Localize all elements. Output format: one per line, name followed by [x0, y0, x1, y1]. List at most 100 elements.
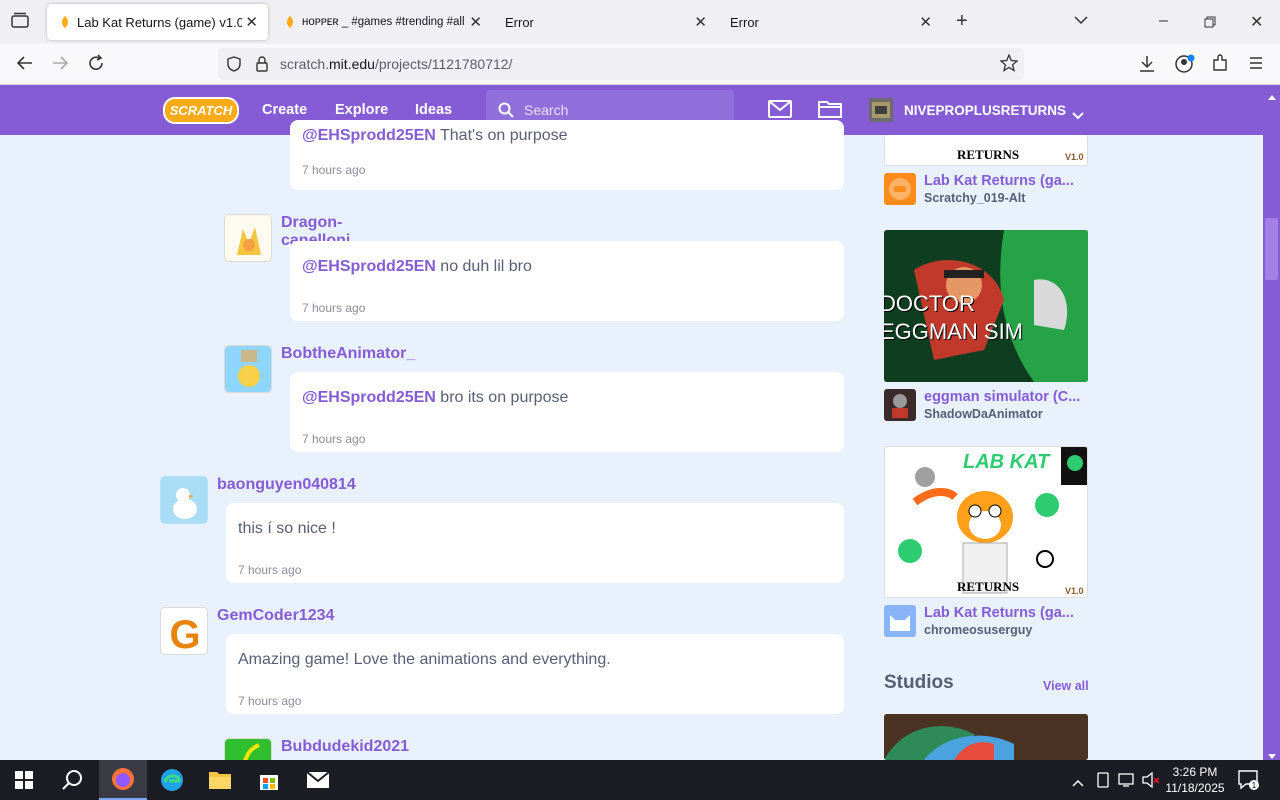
author-avatar[interactable]: [884, 605, 916, 637]
taskbar-file-explorer[interactable]: [196, 760, 244, 800]
tab-label: Lab Kat Returns (game) v1.0 on: [77, 14, 242, 30]
tab-error-1[interactable]: Error ✕: [475, 4, 717, 40]
tab-error-2[interactable]: Error ✕: [700, 4, 942, 40]
author-avatar[interactable]: [884, 389, 916, 421]
comment-mention[interactable]: @EHSprodd25EN: [302, 127, 436, 144]
comment-text: @EHSprodd25EN bro its on purpose: [302, 389, 568, 407]
author-avatar[interactable]: [884, 173, 916, 205]
comment-author[interactable]: GemCoder1234: [217, 607, 334, 625]
menu-icon[interactable]: [1249, 56, 1263, 75]
restore-icon[interactable]: [1204, 15, 1216, 33]
minimize-icon[interactable]: –: [1159, 12, 1168, 30]
firefox-icon: [112, 768, 134, 790]
store-icon: [260, 775, 278, 790]
avatar[interactable]: [224, 214, 272, 262]
project-thumbnail[interactable]: DOCTOR EGGMAN SIM: [884, 230, 1088, 382]
comment-mention[interactable]: @EHSprodd25EN: [302, 389, 436, 406]
comment-bubble: @EHSprodd25EN bro its on purpose 7 hours…: [290, 372, 844, 452]
account-icon[interactable]: [1175, 54, 1195, 79]
comment-author[interactable]: baonguyen040814: [217, 476, 356, 494]
close-window-icon[interactable]: ✕: [1250, 12, 1263, 32]
reload-icon[interactable]: [87, 54, 105, 77]
thumbnail-version: V1.0: [1065, 152, 1084, 162]
tab-hopper[interactable]: ʜᴏᴘᴘᴇʀ _ #games #trending #all ✕: [272, 4, 492, 40]
project-author[interactable]: Scratchy_019-Alt: [924, 191, 1025, 205]
browser-tab-strip: Lab Kat Returns (game) v1.0 on ✕ ʜᴏᴘᴘᴇʀ …: [0, 0, 1280, 44]
project-title[interactable]: Lab Kat Returns (ga...: [924, 173, 1074, 189]
taskbar-search[interactable]: [48, 760, 96, 800]
volume-muted-icon[interactable]: [1142, 771, 1160, 793]
studio-thumbnail[interactable]: [884, 714, 1088, 760]
nav-create[interactable]: Create: [262, 102, 307, 118]
extensions-icon[interactable]: [1211, 54, 1229, 77]
project-author[interactable]: ShadowDaAnimator: [924, 407, 1043, 421]
page-scrollbar[interactable]: [1263, 85, 1280, 760]
network-icon[interactable]: [1118, 772, 1136, 793]
close-tab-icon[interactable]: ✕: [245, 13, 258, 31]
scratch-favicon-icon: [287, 16, 293, 28]
taskbar-edge[interactable]: [148, 760, 196, 800]
comment-mention[interactable]: @EHSprodd25EN: [302, 258, 436, 275]
comment-time: 7 hours ago: [238, 563, 302, 577]
tab-list-icon[interactable]: [11, 12, 29, 33]
notifications-icon[interactable]: 1: [1238, 770, 1260, 795]
project-info: Lab Kat Returns (ga... Scratchy_019-Alt: [884, 173, 1088, 207]
avatar[interactable]: G: [160, 607, 208, 655]
project-thumbnail[interactable]: LAB KAT RETURNS V1.0: [884, 446, 1088, 598]
chevron-down-icon[interactable]: [1072, 107, 1084, 125]
project-thumbnail[interactable]: RETURNS V1.0: [884, 135, 1088, 166]
download-icon[interactable]: [1139, 55, 1155, 78]
folder-icon: [209, 772, 231, 789]
svg-text:G: G: [169, 613, 200, 655]
avatar[interactable]: [224, 738, 272, 760]
project-title[interactable]: Lab Kat Returns (ga...: [924, 605, 1074, 621]
thumbnail-text: RETURNS: [957, 147, 1020, 162]
comment-time: 7 hours ago: [302, 432, 366, 446]
clock-time: 3:26 PM: [1172, 765, 1218, 779]
url-text[interactable]: scratch.mit.edu/projects/1121780712/: [280, 56, 512, 72]
back-icon[interactable]: [15, 55, 33, 76]
project-author[interactable]: chromeosuserguy: [924, 623, 1032, 637]
avatar[interactable]: [224, 345, 272, 393]
comment-time: 7 hours ago: [302, 163, 366, 177]
view-all-link[interactable]: View all: [1043, 679, 1089, 693]
comment-text: this í so nice !: [238, 520, 336, 538]
navigation-bar: scratch.mit.edu/projects/1121780712/: [0, 44, 1280, 85]
nav-explore[interactable]: Explore: [335, 102, 388, 118]
close-tab-icon[interactable]: ✕: [919, 13, 932, 31]
thumbnail-title: LAB KAT: [963, 451, 1050, 473]
tab-lab-kat[interactable]: Lab Kat Returns (game) v1.0 on ✕: [47, 4, 268, 40]
chevron-down-icon[interactable]: [1074, 12, 1088, 30]
windows-icon: [15, 771, 33, 789]
taskbar-clock[interactable]: 3:26 PM 11/18/2025: [1162, 764, 1228, 796]
scroll-up-arrow-icon[interactable]: [1267, 88, 1277, 106]
shield-icon[interactable]: [226, 56, 242, 77]
username[interactable]: NIVEPROPLUSRETURNS: [904, 103, 1066, 118]
comment-body: Amazing game! Love the animations and ev…: [238, 651, 611, 668]
taskbar-mail[interactable]: [294, 760, 342, 800]
comment-bubble: @EHSprodd25EN That's on purpose 7 hours …: [290, 120, 844, 190]
thumbnail-text: RETURNS: [957, 579, 1020, 594]
scratch-logo[interactable]: SCRATCH: [163, 97, 239, 124]
comment-author[interactable]: BobtheAnimator_: [281, 345, 415, 363]
avatar[interactable]: [160, 476, 208, 524]
comment-author[interactable]: Bubdudekid2021: [281, 738, 409, 756]
user-avatar[interactable]: [869, 98, 893, 122]
clock-date: 11/18/2025: [1165, 781, 1225, 795]
url-prefix: scratch.: [280, 56, 330, 72]
comment-text: @EHSprodd25EN That's on purpose: [302, 127, 568, 145]
lock-icon[interactable]: [255, 56, 269, 77]
start-button[interactable]: [0, 760, 48, 800]
scrollbar-thumb[interactable]: [1265, 218, 1278, 280]
device-icon[interactable]: [1096, 772, 1110, 793]
nav-ideas[interactable]: Ideas: [415, 102, 452, 118]
new-tab-icon[interactable]: +: [956, 10, 968, 33]
forward-icon[interactable]: [52, 55, 70, 76]
chevron-up-icon[interactable]: [1072, 774, 1084, 792]
star-icon[interactable]: [999, 53, 1019, 77]
tab-label: Error: [730, 14, 759, 30]
url-bar[interactable]: scratch.mit.edu/projects/1121780712/: [218, 48, 1024, 80]
project-title[interactable]: eggman simulator (C...: [924, 389, 1080, 405]
taskbar-store[interactable]: [245, 760, 293, 800]
taskbar-firefox[interactable]: [99, 760, 147, 800]
